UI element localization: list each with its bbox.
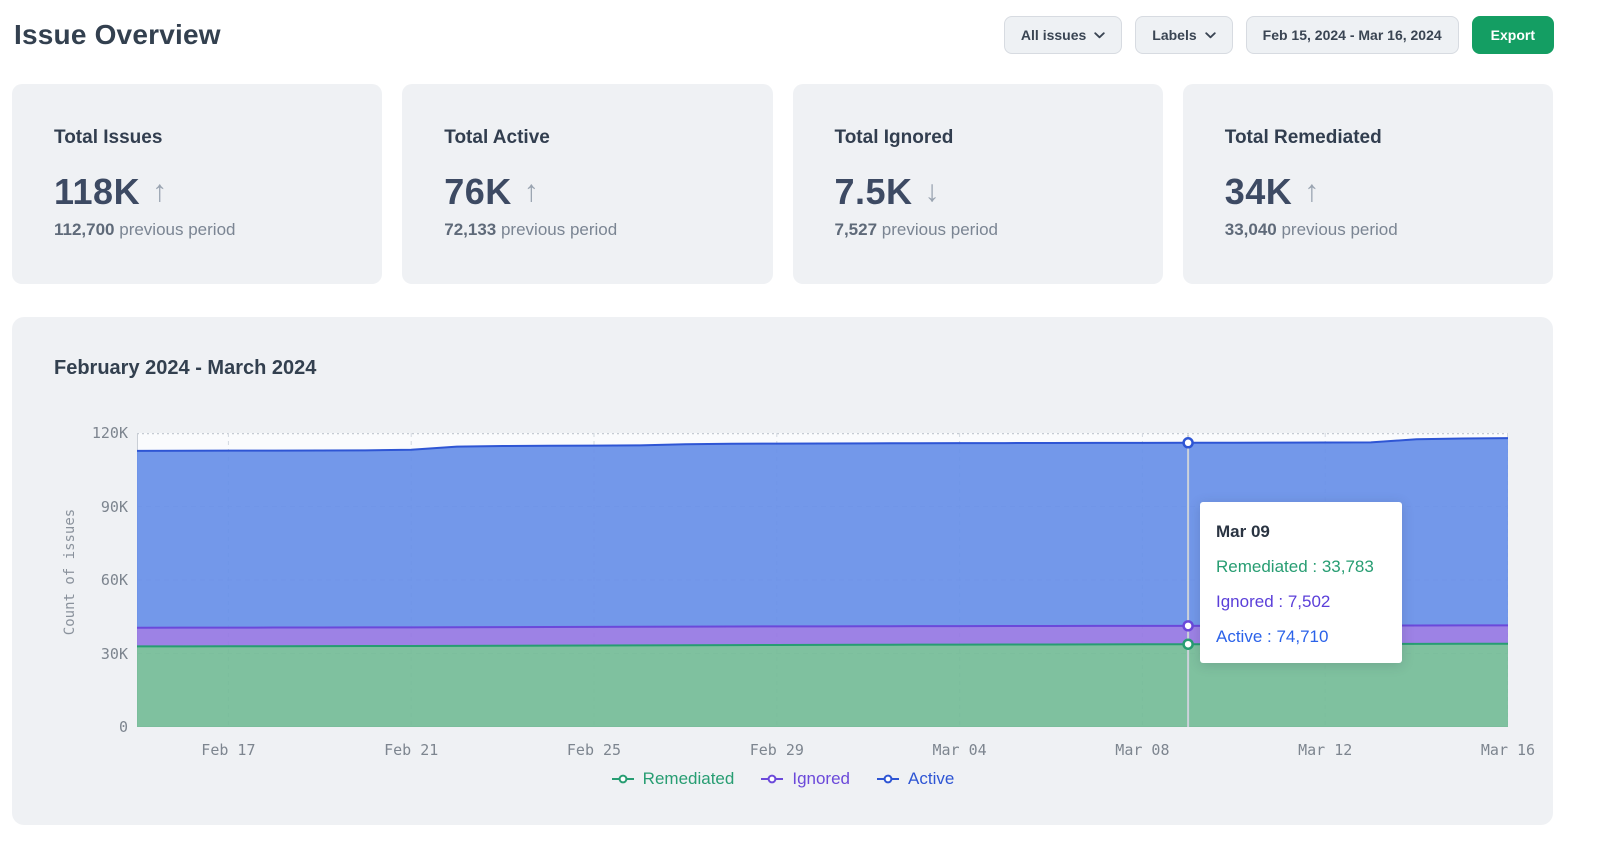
tooltip-title: Mar 09	[1216, 522, 1402, 542]
tooltip-row-label: Active	[1216, 627, 1262, 646]
filter-controls: All issues Labels Feb 15, 2024 - Mar 16,…	[1004, 16, 1554, 54]
trend-up-icon: ↑	[524, 177, 539, 207]
x-tick-label: Feb 17	[201, 741, 255, 759]
line-marker-icon	[760, 774, 784, 784]
top-bar: Issue Overview All issues Labels Feb 15,…	[0, 0, 1600, 54]
stat-card-title: Total Remediated	[1225, 127, 1533, 149]
stat-card-total-issues: Total Issues 118K ↑ 112,700 previous per…	[12, 84, 382, 284]
tooltip-row-label: Ignored	[1216, 592, 1274, 611]
stat-card-total-active: Total Active 76K ↑ 72,133 previous perio…	[402, 84, 772, 284]
previous-suffix: previous period	[115, 220, 236, 239]
stat-card-value: 118K	[54, 171, 140, 213]
date-range-button[interactable]: Feb 15, 2024 - Mar 16, 2024	[1246, 16, 1459, 54]
chevron-down-icon	[1205, 32, 1216, 39]
all-issues-dropdown[interactable]: All issues	[1004, 16, 1122, 54]
previous-suffix: previous period	[877, 220, 998, 239]
stat-card-title: Total Active	[444, 127, 752, 149]
stat-card-total-remediated: Total Remediated 34K ↑ 33,040 previous p…	[1183, 84, 1553, 284]
date-range-label: Feb 15, 2024 - Mar 16, 2024	[1263, 27, 1442, 43]
chart-legend: Remediated Ignored Active	[12, 769, 1553, 789]
x-tick-label: Mar 12	[1298, 741, 1352, 759]
trend-down-icon: ↓	[925, 177, 940, 207]
x-tick-label: Mar 04	[933, 741, 987, 759]
stat-card-value: 7.5K	[835, 171, 913, 213]
x-axis-ticks: Feb 17 Feb 21 Feb 25 Feb 29 Mar 04 Mar 08 Mar …	[137, 741, 1508, 761]
previous-value: 112,700	[54, 220, 115, 239]
export-button[interactable]: Export	[1472, 16, 1554, 54]
tooltip-row-active: Active : 74,710	[1216, 627, 1402, 647]
tooltip-row-label: Remediated	[1216, 557, 1308, 576]
x-tick-label: Mar 08	[1115, 741, 1169, 759]
tooltip-separator: :	[1262, 627, 1276, 646]
previous-suffix: previous period	[1277, 220, 1398, 239]
x-tick-label: Feb 25	[567, 741, 621, 759]
tooltip-row-remediated: Remediated : 33,783	[1216, 557, 1402, 577]
stat-card-previous: 33,040 previous period	[1225, 220, 1533, 240]
y-tick-label: 120K	[92, 424, 128, 442]
stat-cards: Total Issues 118K ↑ 112,700 previous per…	[12, 84, 1553, 284]
previous-value: 33,040	[1225, 220, 1277, 239]
x-tick-label: Feb 21	[384, 741, 438, 759]
labels-dropdown[interactable]: Labels	[1135, 16, 1232, 54]
x-tick-label: Mar 16	[1481, 741, 1535, 759]
labels-dropdown-label: Labels	[1152, 27, 1196, 43]
tooltip-row-value: 74,710	[1276, 627, 1328, 646]
trend-up-icon: ↑	[152, 177, 167, 207]
y-tick-label: 30K	[101, 645, 128, 663]
stat-card-value: 76K	[444, 171, 512, 213]
previous-suffix: previous period	[496, 220, 617, 239]
chart-card: February 2024 - March 2024 Count of issu…	[12, 317, 1553, 825]
legend-label: Remediated	[643, 769, 735, 789]
previous-value: 72,133	[444, 220, 496, 239]
legend-label: Ignored	[792, 769, 850, 789]
x-tick-label: Feb 29	[750, 741, 804, 759]
tooltip-separator: :	[1308, 557, 1322, 576]
page-title: Issue Overview	[14, 19, 221, 51]
stat-card-previous: 72,133 previous period	[444, 220, 752, 240]
y-tick-label: 90K	[101, 498, 128, 516]
y-tick-label: 60K	[101, 571, 128, 589]
all-issues-dropdown-label: All issues	[1021, 27, 1086, 43]
chevron-down-icon	[1094, 32, 1105, 39]
chart-tooltip: Mar 09 Remediated : 33,783 Ignored : 7,5…	[1200, 502, 1402, 663]
tooltip-row-value: 7,502	[1288, 592, 1331, 611]
legend-item-active[interactable]: Active	[876, 769, 954, 789]
tooltip-row-value: 33,783	[1322, 557, 1374, 576]
stat-card-previous: 7,527 previous period	[835, 220, 1143, 240]
line-marker-icon	[876, 774, 900, 784]
stat-card-previous: 112,700 previous period	[54, 220, 362, 240]
export-button-label: Export	[1491, 27, 1535, 43]
legend-item-remediated[interactable]: Remediated	[611, 769, 735, 789]
legend-item-ignored[interactable]: Ignored	[760, 769, 850, 789]
previous-value: 7,527	[835, 220, 878, 239]
legend-label: Active	[908, 769, 954, 789]
line-marker-icon	[611, 774, 635, 784]
y-tick-label: 0	[119, 718, 128, 736]
stat-card-total-ignored: Total Ignored 7.5K ↓ 7,527 previous peri…	[793, 84, 1163, 284]
stat-card-value: 34K	[1225, 171, 1293, 213]
chart-title: February 2024 - March 2024	[54, 357, 316, 380]
stat-card-title: Total Issues	[54, 127, 362, 149]
y-axis-ticks: 030K60K90K120K	[12, 433, 128, 727]
trend-up-icon: ↑	[1304, 177, 1319, 207]
stat-card-title: Total Ignored	[835, 127, 1143, 149]
tooltip-row-ignored: Ignored : 7,502	[1216, 592, 1402, 612]
tooltip-separator: :	[1274, 592, 1288, 611]
